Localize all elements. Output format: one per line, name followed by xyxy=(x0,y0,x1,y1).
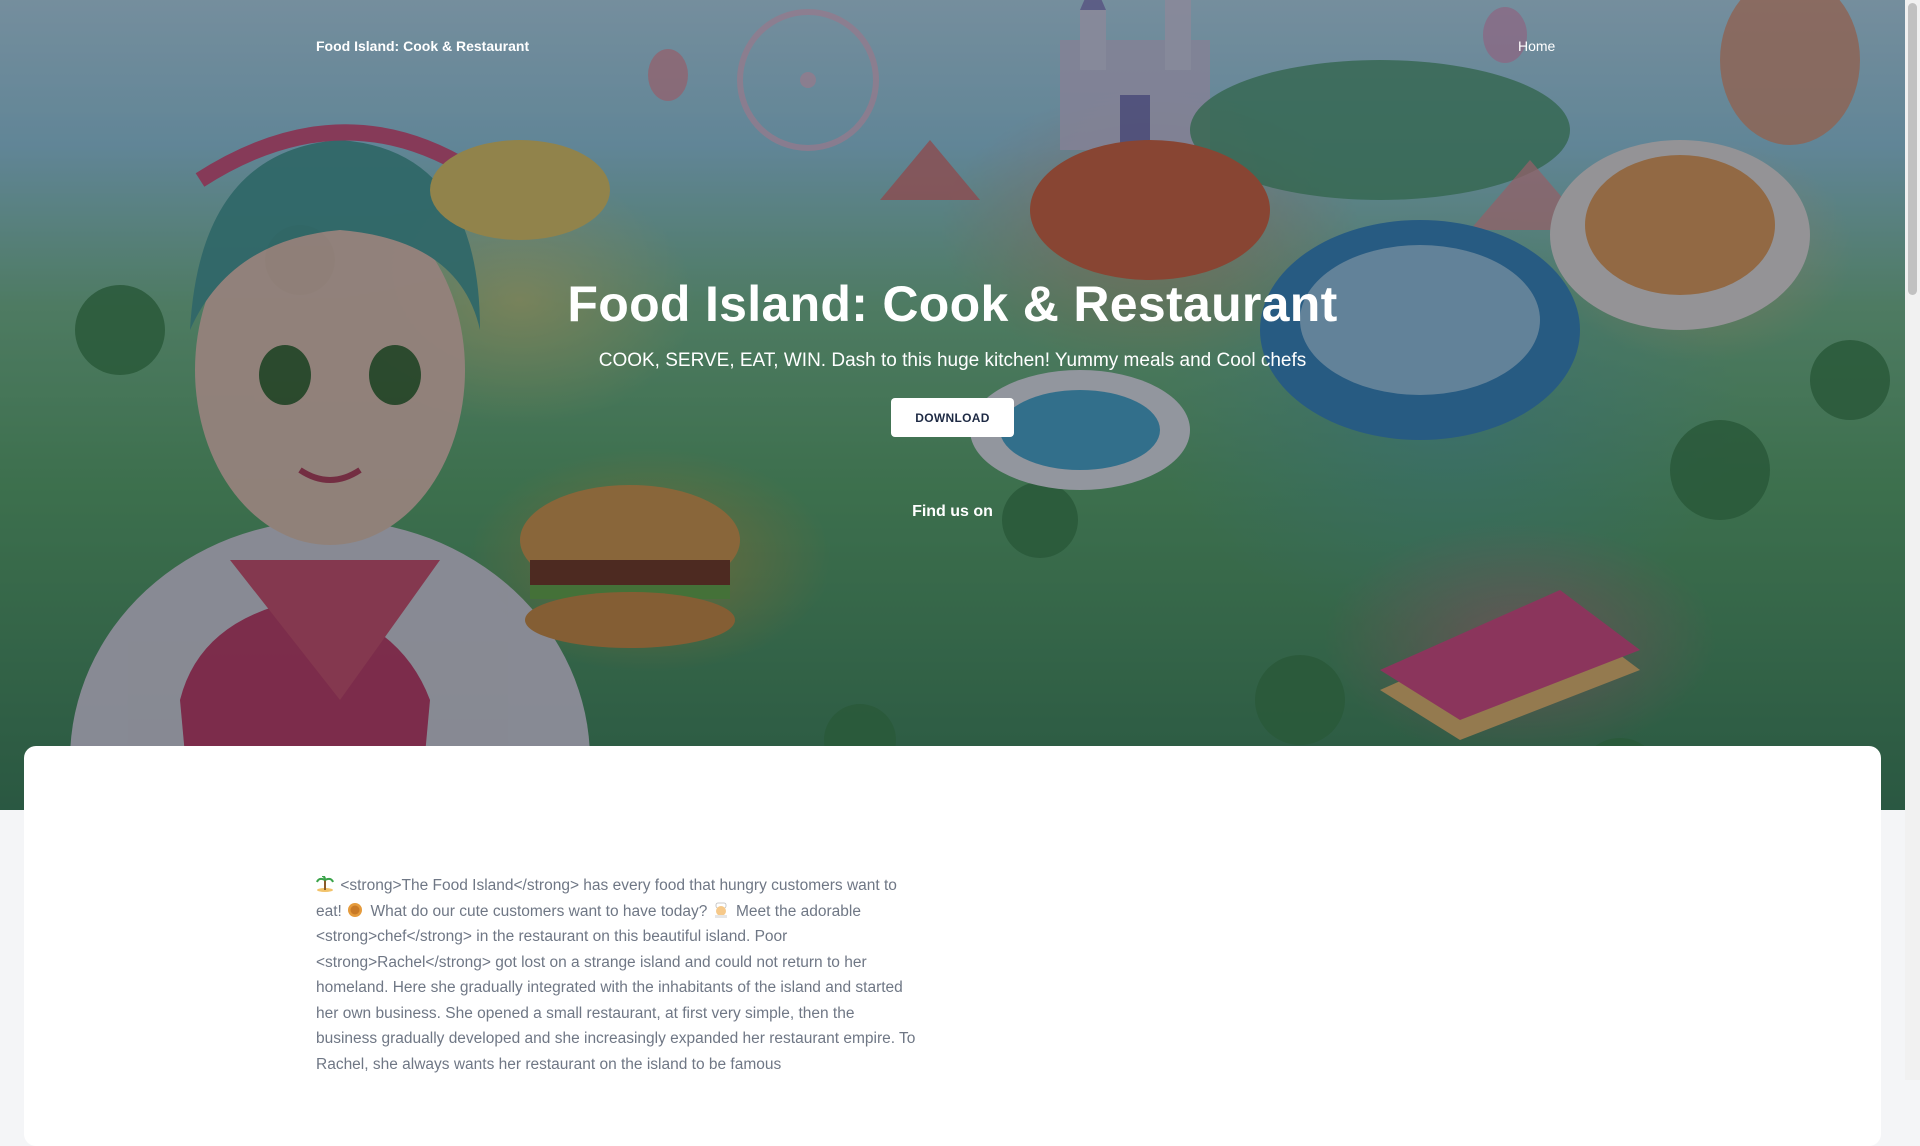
navbar: Food Island: Cook & Restaurant Home xyxy=(0,0,1905,96)
description-segment-2: What do our cute customers want to have … xyxy=(370,902,708,920)
island-emoji-icon xyxy=(316,876,334,892)
description-segment-3: Meet the adorable <strong>chef</strong> … xyxy=(316,902,916,1073)
hero-subtitle: COOK, SERVE, EAT, WIN. Dash to this huge… xyxy=(598,350,1307,371)
content-card: <strong>The Food Island</strong> has eve… xyxy=(24,746,1881,1146)
game-description: <strong>The Food Island</strong> has eve… xyxy=(316,873,916,1077)
pie-emoji-icon xyxy=(348,902,363,917)
brand-link[interactable]: Food Island: Cook & Restaurant xyxy=(316,38,529,54)
chef-emoji-icon xyxy=(714,902,727,918)
nav-link-home[interactable]: Home xyxy=(1518,38,1555,54)
find-us-label: Find us on xyxy=(912,503,993,520)
hero-title: Food Island: Cook & Restaurant xyxy=(567,276,1338,332)
scrollbar-thumb[interactable] xyxy=(1908,3,1917,295)
download-button[interactable]: DOWNLOAD xyxy=(891,398,1014,437)
hero-content: Food Island: Cook & Restaurant COOK, SER… xyxy=(0,270,1905,521)
